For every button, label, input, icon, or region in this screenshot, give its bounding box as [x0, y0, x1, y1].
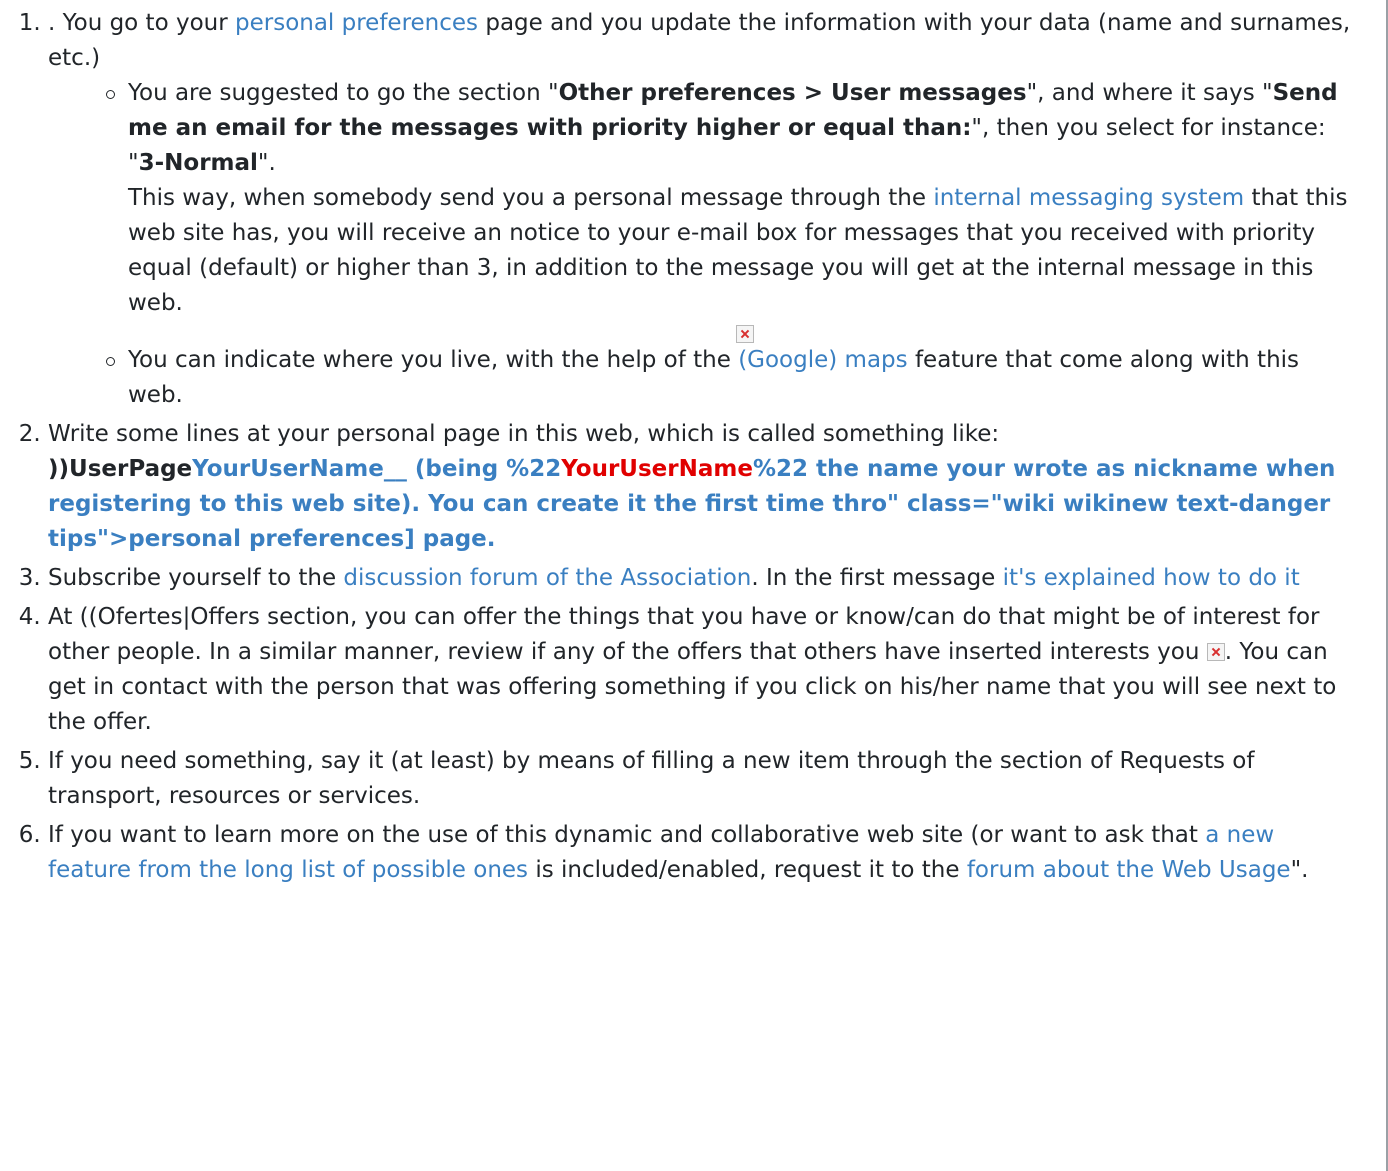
steps-list: . You go to your personal preferences pa… — [0, 0, 1388, 888]
list-item: If you need something, say it (at least)… — [48, 744, 1358, 814]
sub-list-item: You can indicate where you live, with th… — [106, 343, 1358, 413]
text: If you need something, say it (at least)… — [48, 748, 1255, 809]
broken-image-icon — [1206, 643, 1225, 661]
bold-text: 3-Normal — [138, 150, 258, 176]
bold-text: Other preferences > User messages — [558, 80, 1027, 106]
text: Write some lines at your personal page i… — [48, 421, 1000, 447]
discussion-forum-link[interactable]: discussion forum of the Association — [343, 565, 751, 591]
sub-list: You are suggested to go the section "Oth… — [48, 76, 1358, 413]
text: At ((Ofertes|Offers section, you can off… — [48, 604, 1320, 665]
list-item: Write some lines at your personal page i… — [48, 417, 1358, 557]
text: ". — [1290, 857, 1309, 883]
text: If you want to learn more on the use of … — [48, 822, 1206, 848]
text: ", and where it says " — [1026, 80, 1273, 106]
user-page-link[interactable]: YourUserName__ (being %22YourUserName%22… — [48, 456, 1335, 552]
broken-image-icon — [736, 325, 754, 343]
personal-preferences-link[interactable]: personal preferences — [235, 10, 478, 36]
list-item: . You go to your personal preferences pa… — [48, 6, 1358, 413]
web-usage-forum-link[interactable]: forum about the Web Usage — [967, 857, 1291, 883]
internal-messaging-link[interactable]: internal messaging system — [933, 185, 1244, 211]
how-to-link[interactable]: it's explained how to do it — [1003, 565, 1300, 591]
google-maps-link[interactable]: (Google) maps — [738, 347, 907, 373]
text: This way, when somebody send you a perso… — [128, 185, 934, 211]
link-text: YourUserName__ (being %22 — [192, 456, 562, 482]
list-item: At ((Ofertes|Offers section, you can off… — [48, 600, 1358, 740]
text: is included/enabled, request it to the — [528, 857, 967, 883]
list-item: Subscribe yourself to the discussion for… — [48, 561, 1358, 596]
red-text: YourUserName — [561, 456, 753, 482]
text: . You go to your — [48, 10, 235, 36]
bold-text: ))UserPage — [48, 456, 193, 482]
sub-list-item: You are suggested to go the section "Oth… — [106, 76, 1358, 343]
text: You can indicate where you live, with th… — [128, 347, 739, 373]
text: You are suggested to go the section " — [128, 80, 559, 106]
text: . In the first message — [751, 565, 1003, 591]
list-item: If you want to learn more on the use of … — [48, 818, 1358, 888]
text: ". — [257, 150, 276, 176]
text: Subscribe yourself to the — [48, 565, 344, 591]
page: . You go to your personal preferences pa… — [0, 0, 1388, 1171]
